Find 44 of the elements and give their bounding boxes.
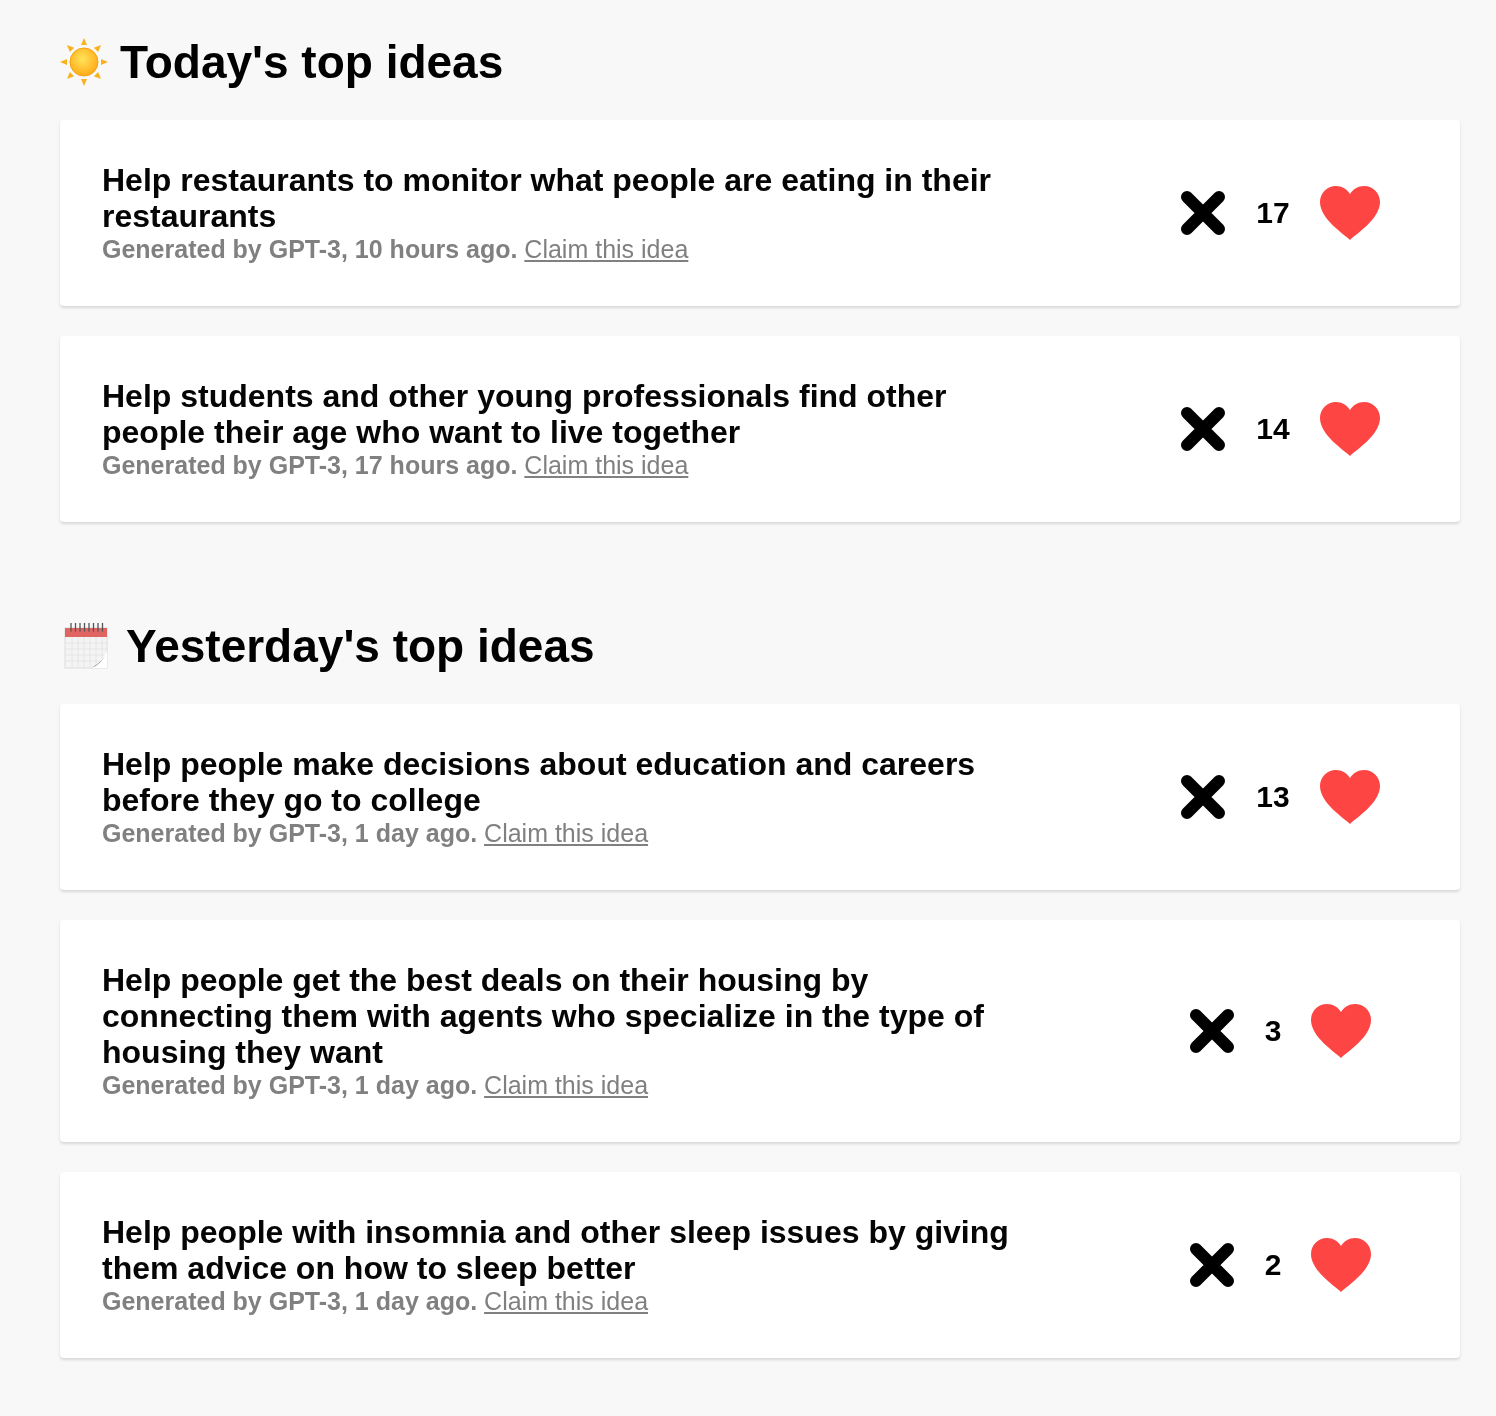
sun-icon <box>60 38 108 86</box>
claim-link[interactable]: Claim this idea <box>524 451 689 479</box>
cross-icon <box>1180 406 1227 452</box>
dismiss-button[interactable] <box>1180 190 1227 236</box>
cross-icon <box>1180 190 1227 236</box>
vote-count: 2 <box>1264 1247 1282 1283</box>
heart-icon <box>1319 186 1380 240</box>
idea-title: Help people make decisions about education and careers before they go to college <box>102 746 977 818</box>
section-title: Today's top ideas <box>120 35 504 90</box>
claim-link[interactable]: Claim this idea <box>484 819 649 847</box>
cross-icon <box>1180 774 1227 820</box>
idea-meta: Generated by GPT-3, 1 day ago. Claim this idea <box>102 1070 650 1100</box>
like-button[interactable] <box>1319 402 1380 456</box>
idea-title: Help people get the best deals on their housing by connecting them with agents who specialize in the type of housing they want <box>102 962 985 1070</box>
idea-title: Help people with insomnia and other sleep issues by giving them advice on how to sleep better <box>102 1214 1010 1286</box>
idea-meta: Generated by GPT-3, 17 hours ago. Claim this idea <box>102 450 690 480</box>
dismiss-button[interactable] <box>1180 774 1227 820</box>
cross-icon <box>1188 1008 1235 1054</box>
idea-meta: Generated by GPT-3, 1 day ago. Claim this idea <box>102 1286 650 1316</box>
vote-count: 3 <box>1264 1013 1282 1049</box>
like-button[interactable] <box>1319 186 1380 240</box>
heart-icon <box>1319 402 1380 456</box>
claim-link[interactable]: Claim this idea <box>484 1071 649 1099</box>
claim-link[interactable]: Claim this idea <box>484 1287 649 1315</box>
cross-icon <box>1188 1242 1235 1288</box>
like-button[interactable] <box>1319 770 1380 824</box>
idea-meta: Generated by GPT-3, 1 day ago. Claim this idea <box>102 818 650 848</box>
heart-icon <box>1319 770 1380 824</box>
idea-meta: Generated by GPT-3, 10 hours ago. Claim this idea <box>102 234 690 264</box>
dismiss-button[interactable] <box>1188 1242 1235 1288</box>
heart-icon <box>1311 1238 1372 1292</box>
idea-title: Help students and other young professionals find other people their age who want to live together <box>102 378 948 450</box>
claim-link[interactable]: Claim this idea <box>524 235 689 263</box>
heart-icon <box>1311 1004 1372 1058</box>
calendar-icon <box>64 623 108 669</box>
vote-count: 14 <box>1256 411 1290 447</box>
like-button[interactable] <box>1311 1004 1372 1058</box>
dismiss-button[interactable] <box>1188 1008 1235 1054</box>
idea-title: Help restaurants to monitor what people are eating in their restaurants <box>102 162 993 234</box>
dismiss-button[interactable] <box>1180 406 1227 452</box>
vote-count: 13 <box>1256 779 1290 815</box>
like-button[interactable] <box>1311 1238 1372 1292</box>
section-title: Yesterday's top ideas <box>126 619 595 674</box>
vote-count: 17 <box>1256 195 1290 231</box>
